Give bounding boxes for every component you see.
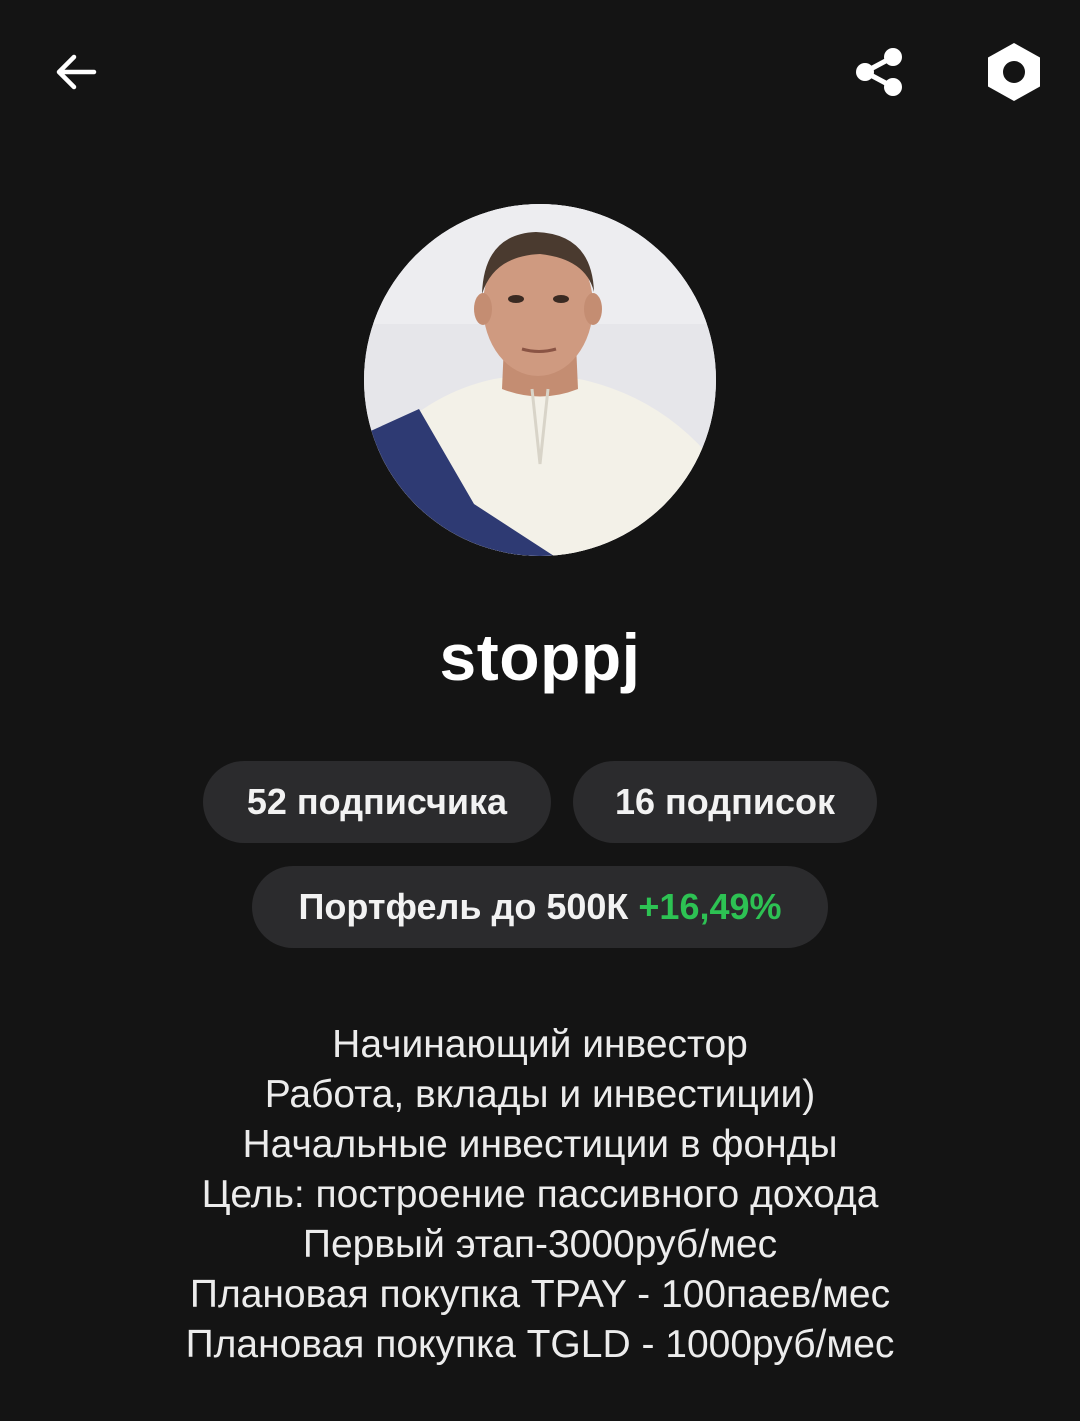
back-button[interactable] — [40, 36, 112, 108]
top-bar — [0, 0, 1080, 145]
portfolio-button[interactable]: Портфель до 500К +16,49% — [252, 866, 828, 948]
share-icon — [856, 48, 902, 96]
followers-button[interactable]: 52 подписчика — [203, 761, 551, 843]
arrow-left-icon — [56, 54, 97, 90]
avatar[interactable] — [364, 204, 716, 556]
bio-line: Плановая покупка TGLD - 1000руб/мес — [185, 1323, 895, 1366]
following-count-label: 16 подписок — [614, 781, 836, 822]
following-button[interactable]: 16 подписок — [573, 761, 877, 843]
bio-line: Работа, вклады и инвестиции) — [264, 1073, 816, 1116]
settings-button[interactable] — [976, 36, 1052, 108]
bio-line: Цель: построение пассивного дохода — [201, 1173, 879, 1216]
bio-line: Начальные инвестиции в фонды — [242, 1123, 838, 1166]
share-button[interactable] — [843, 36, 915, 108]
followers-count-label: 52 подписчика — [246, 781, 508, 822]
avatar-photo — [364, 204, 716, 556]
bio: Начинающий инвестор Работа, вклады и инв… — [0, 1020, 1080, 1370]
bio-line: Первый этап-3000руб/мес — [302, 1223, 778, 1266]
hexagon-nut-icon — [988, 43, 1040, 101]
portfolio-gain: +16,49% — [638, 886, 782, 927]
bio-line: Начинающий инвестор — [332, 1023, 748, 1066]
portfolio-label: Портфель до 500К — [298, 886, 629, 927]
username: stoppj — [439, 620, 641, 694]
bio-line: Плановая покупка TPAY - 100паев/мес — [189, 1273, 891, 1316]
